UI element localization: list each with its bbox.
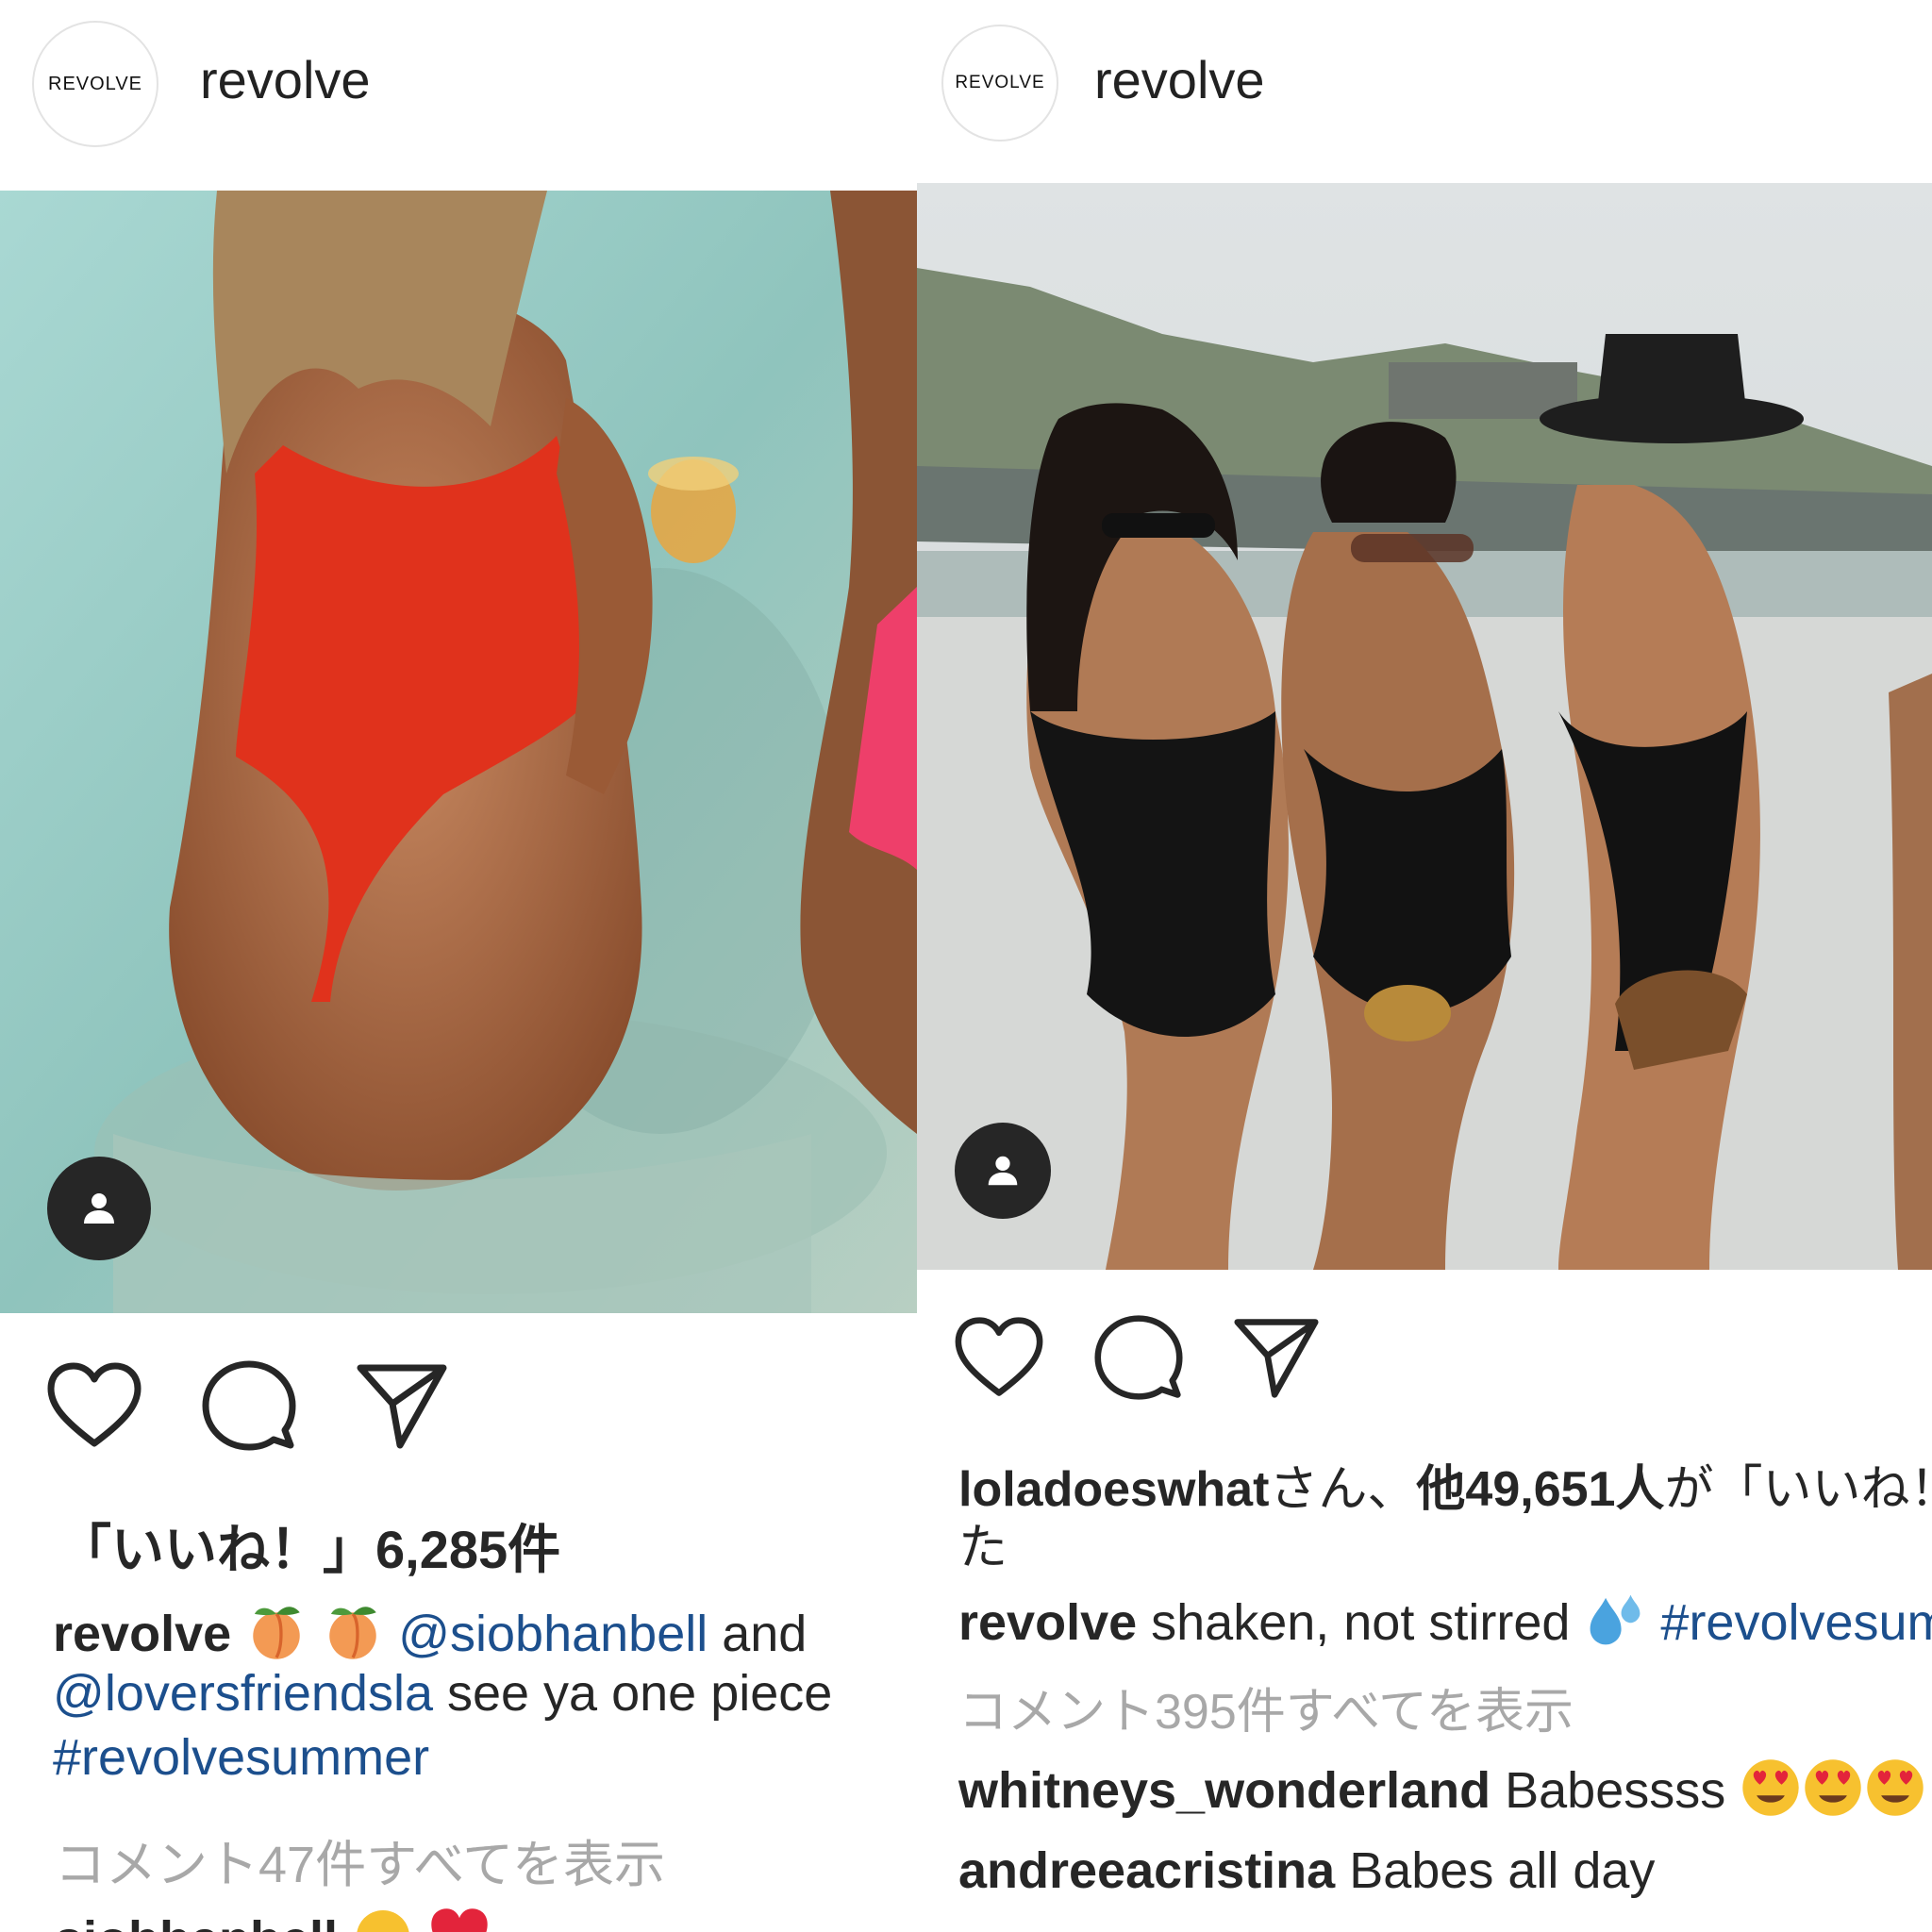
caption-text: and [708, 1605, 808, 1662]
partial-comment: siobhanbell [55, 1906, 491, 1932]
beach-photo-illustration [917, 183, 1932, 1270]
post-header: REVOLVE revolve [0, 0, 917, 179]
likes-summary[interactable]: loladoeswhatさん、他49,651人が「いいね！」しました [958, 1449, 1932, 1520]
hashtag-link[interactable]: #revolvesummer [1660, 1594, 1932, 1651]
beach-photo-illustration [0, 191, 917, 1313]
person-tag-icon [84, 1193, 114, 1224]
caption-line-1: revolve shaken, not stirred #revolvesumm… [958, 1589, 1932, 1663]
like-button[interactable] [953, 1315, 1045, 1400]
username[interactable]: revolve [200, 49, 371, 110]
paper-plane-icon [1234, 1319, 1319, 1398]
comment-row: whitneys_wonderland Babessss [958, 1757, 1926, 1831]
share-button[interactable] [355, 1360, 449, 1451]
post-photo[interactable] [0, 191, 917, 1313]
comment-bubble-icon [1094, 1315, 1183, 1400]
caption-username[interactable]: revolve [53, 1606, 231, 1662]
person-tag-button[interactable] [955, 1123, 1051, 1219]
comment-bubble-icon [202, 1360, 296, 1451]
action-bar [45, 1358, 508, 1453]
likes-count[interactable]: 「いいね！」6,285件 [58, 1507, 560, 1584]
caption-line-2: @loversfriendsla see ya one piece [53, 1664, 832, 1723]
caption-username[interactable]: revolve [958, 1594, 1137, 1651]
post-right: REVOLVE revolve loladoeswhatさん、他49,651人が… [917, 0, 1932, 1932]
comment-username[interactable]: andreeacristina [958, 1842, 1335, 1899]
mention-link[interactable]: @siobhanbell [398, 1606, 708, 1662]
post-header: REVOLVE revolve [917, 0, 1932, 179]
heart-outline-icon [955, 1317, 1043, 1396]
paper-plane-icon [357, 1364, 447, 1449]
comment-text: Babes all day [1335, 1842, 1656, 1899]
grin-emoji [352, 1906, 414, 1932]
action-bar [953, 1313, 1379, 1402]
sweat-droplets-emoji [1584, 1589, 1646, 1663]
like-button[interactable] [45, 1360, 143, 1451]
likes-text: さん、 [1269, 1462, 1417, 1517]
caption-text: see ya one piece [432, 1665, 833, 1722]
likes-count: 他49,651人 [1416, 1462, 1665, 1517]
likes-summary-wrap: た [958, 1521, 1008, 1575]
share-button[interactable] [1232, 1315, 1321, 1400]
username[interactable]: revolve [1094, 49, 1265, 110]
avatar[interactable]: REVOLVE [32, 21, 158, 147]
person-tag-button[interactable] [47, 1157, 151, 1260]
comment-username[interactable]: whitneys_wonderland [958, 1762, 1491, 1819]
avatar-logo-text: REVOLVE [48, 73, 142, 94]
heart-eyes-emoji [1864, 1757, 1926, 1831]
heart-outline-icon [47, 1362, 142, 1447]
hashtag-link[interactable]: #revolvesummer [53, 1728, 429, 1787]
heart-emoji [428, 1906, 491, 1932]
comment-username[interactable]: siobhanbell [55, 1911, 338, 1932]
comment-button[interactable] [1094, 1313, 1183, 1402]
heart-eyes-emoji [1740, 1757, 1802, 1831]
avatar[interactable]: REVOLVE [941, 25, 1058, 142]
caption-text: shaken, not stirred [1137, 1593, 1585, 1651]
post-left: REVOLVE revolve 「いいね！」6,285件 revolve @si… [0, 0, 917, 1932]
mention-link[interactable]: @loversfriendsla [53, 1665, 433, 1722]
view-all-comments-link[interactable]: コメント47件すべてを表示 [55, 1823, 665, 1897]
comment-text: Babessss [1491, 1761, 1740, 1819]
likes-text: が「いいね！」しました [1664, 1462, 1932, 1517]
comment-row: andreeacristina Babes all day [958, 1841, 1655, 1900]
comment-button[interactable] [202, 1358, 296, 1453]
view-all-comments-link[interactable]: コメント395件すべてを表示 [958, 1672, 1574, 1742]
post-photo[interactable] [917, 183, 1932, 1270]
heart-eyes-emoji [1802, 1757, 1864, 1831]
avatar-logo-text: REVOLVE [955, 73, 1045, 92]
person-tag-icon [988, 1156, 1018, 1186]
